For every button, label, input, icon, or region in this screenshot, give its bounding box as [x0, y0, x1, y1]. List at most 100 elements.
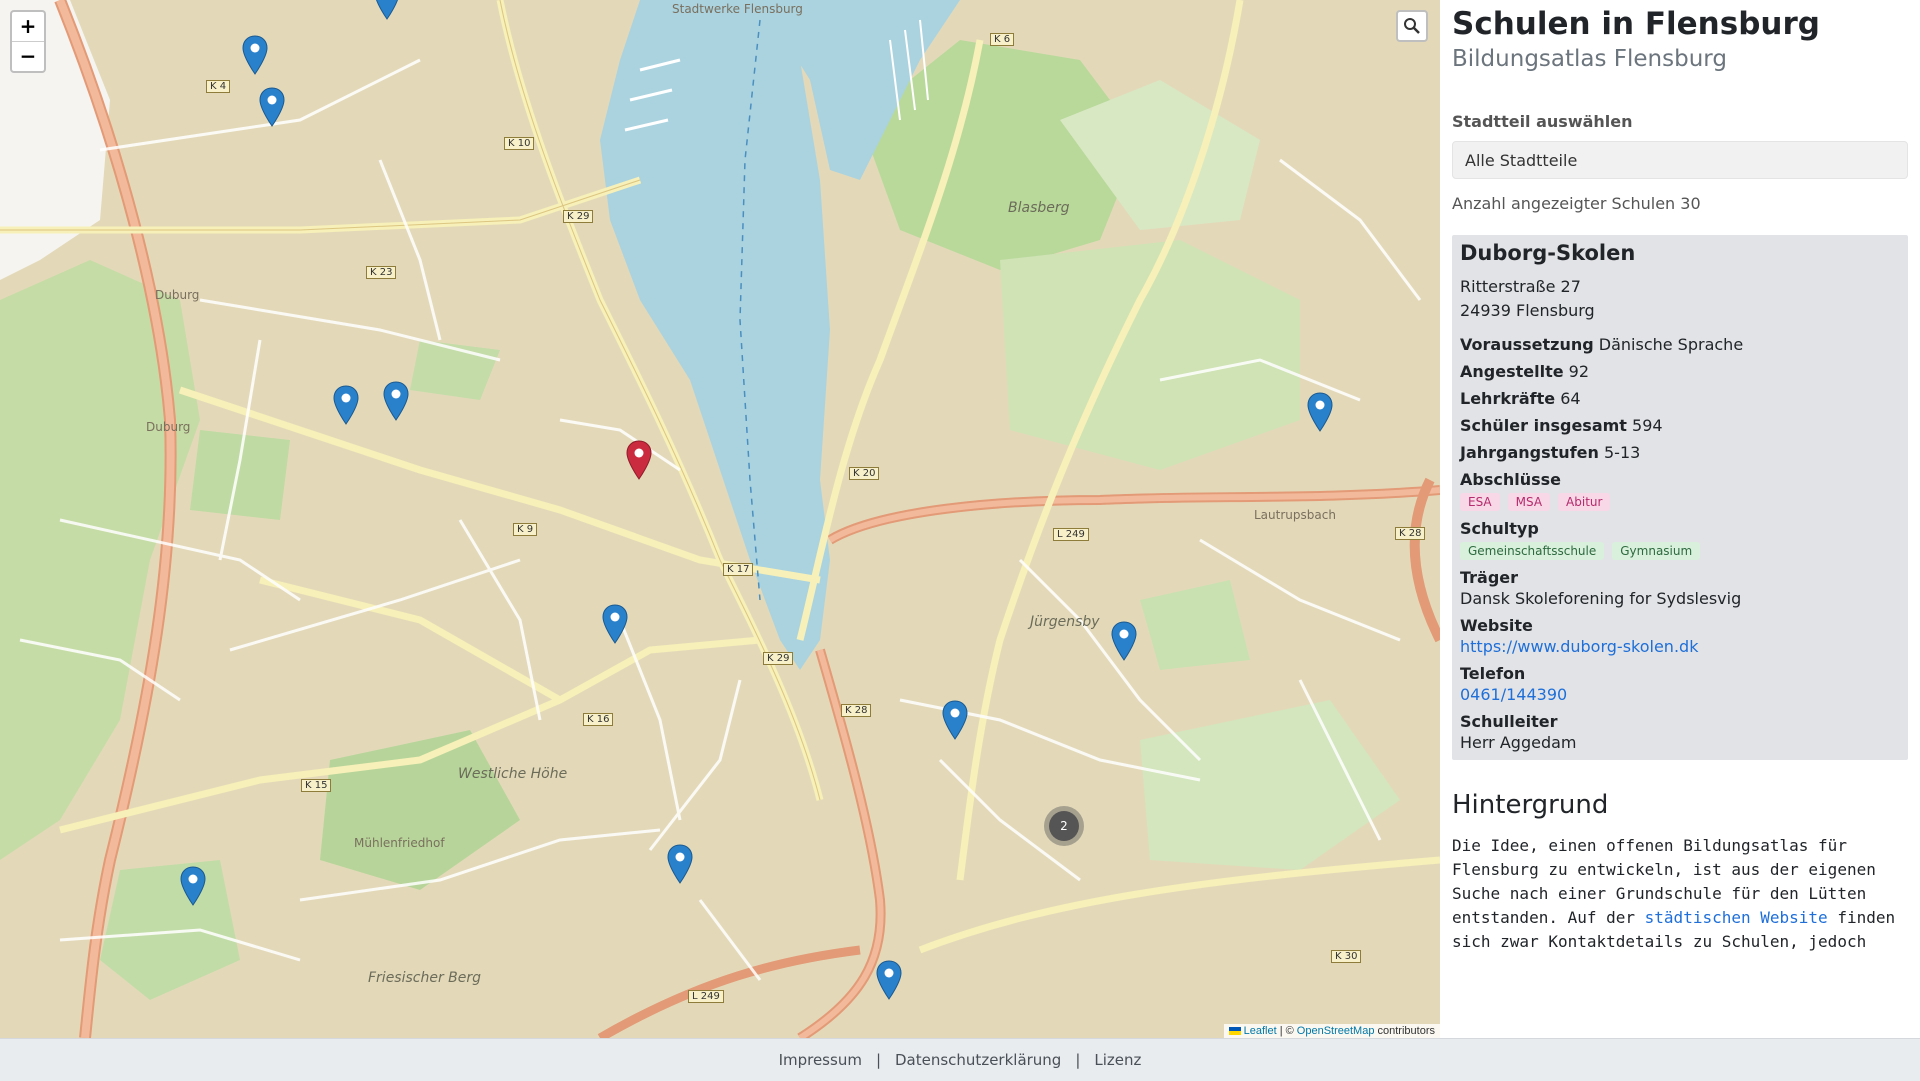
school-name: Duborg-Skolen	[1460, 241, 1636, 265]
school-count: Anzahl angezeigter Schulen 30	[1452, 194, 1701, 213]
school-marker[interactable]	[602, 604, 628, 644]
row-schueler: Schüler insgesamt 594	[1460, 416, 1900, 435]
label-schulleiter: Schulleiter	[1460, 712, 1558, 731]
row-jahrgang: Jahrgangstufen 5-13	[1460, 443, 1900, 462]
footer-datenschutz-link[interactable]: Datenschutzerklärung	[895, 1051, 1061, 1069]
district-select[interactable]: Alle Stadtteile	[1452, 141, 1908, 179]
value-angestellte: 92	[1568, 362, 1590, 381]
zoom-control: + −	[10, 10, 46, 73]
map[interactable]: Blasberg Westliche Höhe Jürgensby Duburg…	[0, 0, 1440, 1038]
map-label-friesischer-berg: Friesischer Berg	[368, 970, 482, 986]
badge-abschluss: ESA	[1460, 493, 1500, 511]
field-telefon: Telefon 0461/144390	[1460, 664, 1900, 704]
page-subtitle: Bildungsatlas Flensburg	[1452, 46, 1727, 72]
school-marker[interactable]	[1307, 392, 1333, 432]
road-shield: K 17	[723, 563, 754, 576]
zoom-out-button[interactable]: −	[12, 42, 44, 71]
map-label-lautrupsbach: Lautrupsbach	[1254, 508, 1336, 522]
attribution-contributors: contributors	[1377, 1025, 1435, 1037]
map-search-button[interactable]	[1396, 10, 1428, 42]
map-label-juergensby: Jürgensby	[1030, 614, 1100, 630]
road-shield: K 23	[366, 266, 397, 279]
school-marker[interactable]	[374, 0, 400, 20]
website-link[interactable]: https://www.duborg-skolen.dk	[1460, 637, 1698, 656]
map-label-muehlenfriedhof: Mühlenfriedhof	[354, 836, 445, 850]
road-shield: K 16	[583, 713, 614, 726]
sidebar: Schulen in Flensburg Bildungsatlas Flens…	[1440, 0, 1920, 1038]
district-select-label: Stadtteil auswählen	[1452, 112, 1633, 131]
road-shield: K 15	[301, 779, 332, 792]
school-marker[interactable]	[942, 700, 968, 740]
footer-impressum-link[interactable]: Impressum	[779, 1051, 862, 1069]
label-lehrkraefte: Lehrkräfte	[1460, 389, 1556, 408]
value-voraussetzung: Dänische Sprache	[1598, 335, 1744, 354]
road-shield: K 4	[206, 80, 231, 93]
background-text: Die Idee, einen offenen Bildungsatlas fü…	[1452, 834, 1908, 954]
field-website: Website https://www.duborg-skolen.dk	[1460, 616, 1900, 656]
marker-cluster[interactable]: 2	[1044, 806, 1084, 846]
school-marker[interactable]	[383, 381, 409, 421]
district-select-value: Alle Stadtteile	[1465, 150, 1578, 170]
school-marker[interactable]	[876, 960, 902, 1000]
label-jahrgang: Jahrgangstufen	[1460, 443, 1599, 462]
value-lehrkraefte: 64	[1560, 389, 1581, 408]
cluster-count: 2	[1049, 811, 1079, 841]
badge-abschluss: MSA	[1507, 493, 1551, 511]
value-schueler: 594	[1632, 416, 1663, 435]
map-label-blasberg: Blasberg	[1008, 200, 1070, 216]
road-shield: K 29	[763, 652, 794, 665]
search-icon	[1404, 18, 1420, 34]
road-shield: K 20	[849, 467, 880, 480]
field-abschluesse: Abschlüsse ESA MSA Abitur	[1460, 470, 1900, 511]
school-marker[interactable]	[180, 866, 206, 906]
road-shield: L 249	[688, 990, 724, 1003]
leaflet-link[interactable]: Leaflet	[1244, 1025, 1277, 1037]
road-shield: K 28	[1395, 527, 1426, 540]
footer: Impressum | Datenschutzerklärung | Lizen…	[0, 1038, 1920, 1081]
osm-link[interactable]: OpenStreetMap	[1297, 1025, 1375, 1037]
road-shield: K 9	[513, 523, 538, 536]
map-tiles	[0, 0, 1440, 1038]
school-marker[interactable]	[242, 35, 268, 75]
row-lehrkraefte: Lehrkräfte 64	[1460, 389, 1900, 408]
label-website: Website	[1460, 616, 1533, 635]
badge-abschluss: Abitur	[1558, 493, 1611, 511]
badge-schultyp: Gemeinschaftsschule	[1460, 542, 1605, 560]
footer-separator: |	[1075, 1051, 1081, 1069]
map-label-duburg: Duburg	[155, 288, 200, 302]
school-marker[interactable]	[1111, 621, 1137, 661]
school-address: Ritterstraße 27 24939 Flensburg	[1460, 275, 1900, 323]
school-detail-card: Duborg-Skolen Ritterstraße 27 24939 Flen…	[1452, 235, 1908, 760]
label-voraussetzung: Voraussetzung	[1460, 335, 1594, 354]
map-attribution: Leaflet | © OpenStreetMap contributors	[1223, 1024, 1440, 1038]
road-shield: K 29	[563, 210, 594, 223]
map-label-stadtwerke: Stadtwerke Flensburg	[672, 2, 803, 16]
label-telefon: Telefon	[1460, 664, 1526, 683]
school-marker[interactable]	[667, 844, 693, 884]
label-schultyp: Schultyp	[1460, 519, 1539, 538]
city-website-link[interactable]: städtischen Website	[1645, 908, 1828, 927]
background-heading: Hintergrund	[1452, 790, 1609, 820]
row-angestellte: Angestellte 92	[1460, 362, 1900, 381]
road-shield: K 6	[990, 33, 1015, 46]
label-traeger: Träger	[1460, 568, 1519, 587]
phone-link[interactable]: 0461/144390	[1460, 685, 1567, 704]
attribution-sep: | ©	[1279, 1025, 1294, 1037]
footer-lizenz-link[interactable]: Lizenz	[1094, 1051, 1141, 1069]
row-voraussetzung: Voraussetzung Dänische Sprache	[1460, 335, 1900, 354]
school-marker-selected[interactable]	[626, 440, 652, 480]
zoom-in-button[interactable]: +	[12, 12, 44, 42]
road-shield: K 10	[504, 137, 535, 150]
school-marker[interactable]	[259, 87, 285, 127]
page-title: Schulen in Flensburg	[1452, 6, 1820, 42]
road-shield: K 30	[1331, 950, 1362, 963]
school-marker[interactable]	[333, 385, 359, 425]
field-schulleiter: Schulleiter Herr Aggedam	[1460, 712, 1900, 752]
value-schulleiter: Herr Aggedam	[1460, 733, 1577, 752]
leaflet-flag-icon	[1228, 1027, 1241, 1036]
school-street: Ritterstraße 27	[1460, 277, 1581, 296]
map-label-duburg-2: Duburg	[146, 420, 191, 434]
road-shield: K 28	[841, 704, 872, 717]
footer-separator: |	[875, 1051, 881, 1069]
value-traeger: Dansk Skoleforening for Sydslesvig	[1460, 589, 1742, 608]
